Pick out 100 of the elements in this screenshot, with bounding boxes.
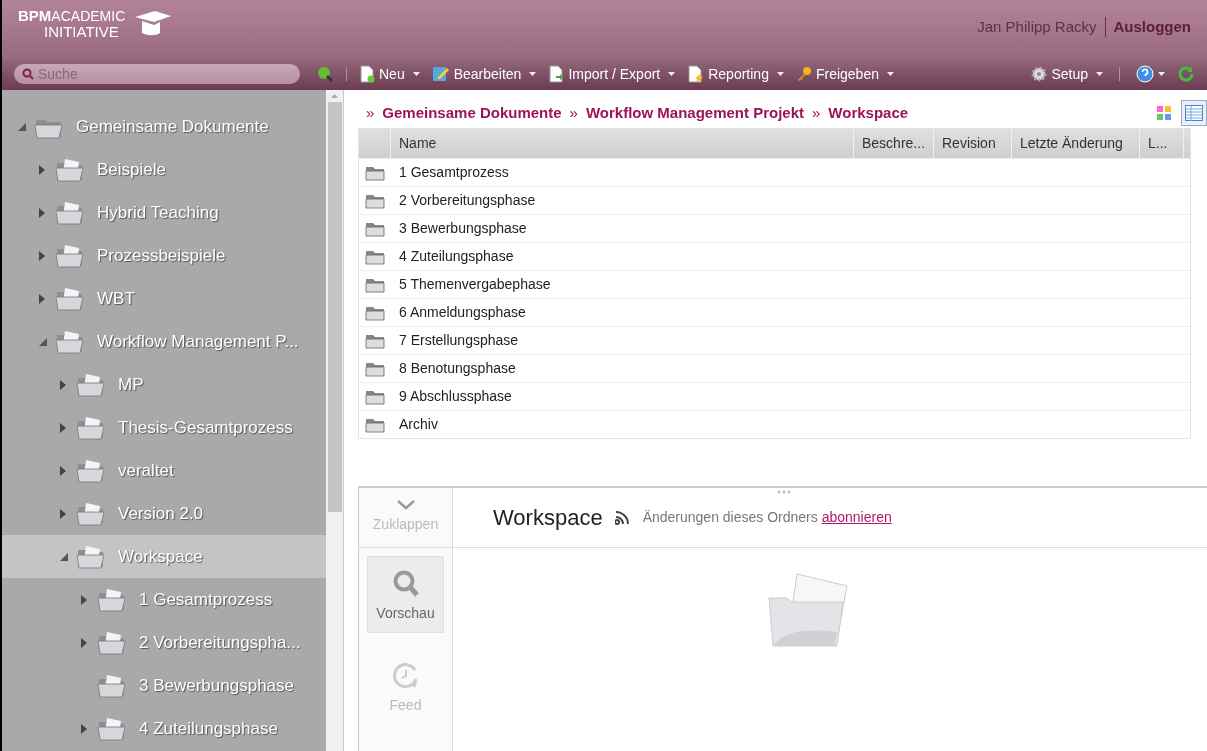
scrollbar[interactable] xyxy=(326,90,344,751)
search-icon xyxy=(391,569,420,599)
folder-icon xyxy=(365,416,385,433)
collapsed-icon[interactable] xyxy=(60,465,66,476)
collapsed-icon[interactable] xyxy=(39,293,45,304)
chevron-down-icon xyxy=(396,500,415,510)
folder-icon xyxy=(55,200,85,225)
folder-icon xyxy=(97,716,127,741)
caret-icon xyxy=(886,72,894,76)
resize-handle-icon[interactable] xyxy=(777,490,791,494)
help-menu[interactable] xyxy=(1136,65,1165,83)
tree-item[interactable]: Workflow Management P... xyxy=(2,320,326,363)
caret-icon xyxy=(1096,72,1103,76)
column-header[interactable]: Name xyxy=(391,128,854,158)
logout-link[interactable]: Ausloggen xyxy=(1113,16,1191,39)
folder-icon xyxy=(97,587,127,612)
edit-document-icon xyxy=(431,65,450,83)
caret-icon xyxy=(776,72,784,76)
folder-icon xyxy=(55,243,85,268)
setup-menu[interactable]: Setup xyxy=(1031,63,1103,85)
new-document-icon xyxy=(359,65,375,83)
tree-item[interactable]: MP xyxy=(2,363,326,406)
user-name: Jan Philipp Racky xyxy=(977,17,1097,37)
breadcrumb-separator: » xyxy=(812,102,821,123)
logo: BPMACADEMIC INITIATIVE xyxy=(18,8,174,39)
folder-icon xyxy=(76,458,106,483)
list-icon xyxy=(1185,105,1203,121)
document-arrow-icon xyxy=(548,65,565,83)
tree-item[interactable]: 4 Zuteilungsphase xyxy=(2,707,326,750)
table-cell-text: 5 Themenvergabephase xyxy=(398,275,552,294)
folder-icon xyxy=(365,192,385,209)
column-header[interactable]: L... xyxy=(1140,128,1184,158)
breadcrumb-link[interactable]: Gemeinsame Dokumente xyxy=(382,101,562,125)
tree-item[interactable]: Thesis-Gesamtprozess xyxy=(2,406,326,449)
collapsed-icon[interactable] xyxy=(60,379,66,390)
folder-icon xyxy=(365,220,385,237)
toolbar-menu[interactable]: Reporting xyxy=(687,63,784,85)
tree-item[interactable]: Workspace xyxy=(2,535,326,578)
list-view-button[interactable] xyxy=(1181,100,1207,126)
refresh-icon[interactable] xyxy=(1177,65,1195,83)
search-field[interactable]: Suche xyxy=(14,64,300,84)
folder-icon xyxy=(76,372,106,397)
collapsed-icon[interactable] xyxy=(39,250,45,261)
table-cell-text: Archiv xyxy=(398,415,439,434)
table-cell-text: 6 Anmeldungsphase xyxy=(398,303,527,322)
table-cell-text: 7 Erstellungsphase xyxy=(398,331,520,350)
collapsed-icon[interactable] xyxy=(60,422,66,433)
breadcrumb-separator: » xyxy=(366,102,375,123)
tree-item[interactable]: Prozessbeispiele xyxy=(2,234,326,277)
tree-item[interactable]: 1 Gesamtprozess xyxy=(2,578,326,621)
breadcrumb-link[interactable]: Workspace xyxy=(828,101,909,125)
expanded-icon[interactable] xyxy=(39,337,47,346)
column-header[interactable]: Beschre... xyxy=(854,128,934,158)
folder-icon xyxy=(76,544,106,569)
tree-item[interactable]: Hybrid Teaching xyxy=(2,191,326,234)
table-cell-text: 2 Vorbereitungsphase xyxy=(398,191,537,210)
collapsed-icon[interactable] xyxy=(81,594,87,605)
folder-icon xyxy=(55,157,85,182)
collapsed-icon[interactable] xyxy=(39,207,45,218)
tree-item[interactable]: Beispiele xyxy=(2,148,326,191)
panel-tab[interactable]: Feed xyxy=(367,649,444,724)
caret-icon xyxy=(668,72,676,76)
toolbar-menu[interactable]: Freigeben xyxy=(795,63,894,85)
gear-icon xyxy=(1031,66,1048,82)
folder-icon xyxy=(76,415,106,440)
folder-icon xyxy=(365,304,385,321)
tree-item[interactable]: veraltet xyxy=(2,449,326,492)
expanded-icon[interactable] xyxy=(18,122,26,131)
help-icon xyxy=(1136,65,1154,83)
table-cell-text: 9 Abschlussphase xyxy=(398,387,513,406)
collapsed-icon[interactable] xyxy=(39,164,45,175)
collapsed-icon[interactable] xyxy=(81,637,87,648)
toolbar-menu[interactable]: Import / Export xyxy=(548,63,676,85)
search-globe-icon[interactable] xyxy=(316,65,334,83)
breadcrumb-link[interactable]: Workflow Management Projekt xyxy=(585,101,804,125)
folder-icon xyxy=(365,276,385,293)
subscribe-link[interactable]: abonnieren xyxy=(821,509,892,525)
panel-tab[interactable]: Vorschau xyxy=(367,556,444,633)
tree-item[interactable]: 3 Bewerbungsphase xyxy=(2,664,326,707)
collapsed-icon[interactable] xyxy=(60,508,66,519)
document-star-icon xyxy=(687,65,705,83)
rss-icon xyxy=(614,510,631,525)
breadcrumb-separator: » xyxy=(569,102,578,123)
tree-item[interactable]: 2 Vorbereitungspha... xyxy=(2,621,326,664)
tree-item[interactable]: Gemeinsame Dokumente xyxy=(2,105,326,148)
toolbar-menu[interactable]: Bearbeiten xyxy=(431,63,537,85)
column-header[interactable]: Revision xyxy=(934,128,1012,158)
table-cell-text: 3 Bewerbungsphase xyxy=(398,219,528,238)
folder-icon xyxy=(365,248,385,265)
panel-tab[interactable]: Zuklappen xyxy=(359,488,452,543)
table-cell-text: 8 Benotungsphase xyxy=(398,359,517,378)
tree-item[interactable]: Version 2.0 xyxy=(2,492,326,535)
caret-icon xyxy=(412,72,420,76)
collapsed-icon[interactable] xyxy=(81,723,87,734)
tree-item[interactable]: WBT xyxy=(2,277,326,320)
column-header[interactable]: Letzte Änderung xyxy=(1012,128,1140,158)
folder-icon xyxy=(55,329,85,354)
toolbar-menu[interactable]: Neu xyxy=(359,63,420,85)
expanded-icon[interactable] xyxy=(60,552,68,561)
table-cell-text: 4 Zuteilungsphase xyxy=(398,247,515,266)
